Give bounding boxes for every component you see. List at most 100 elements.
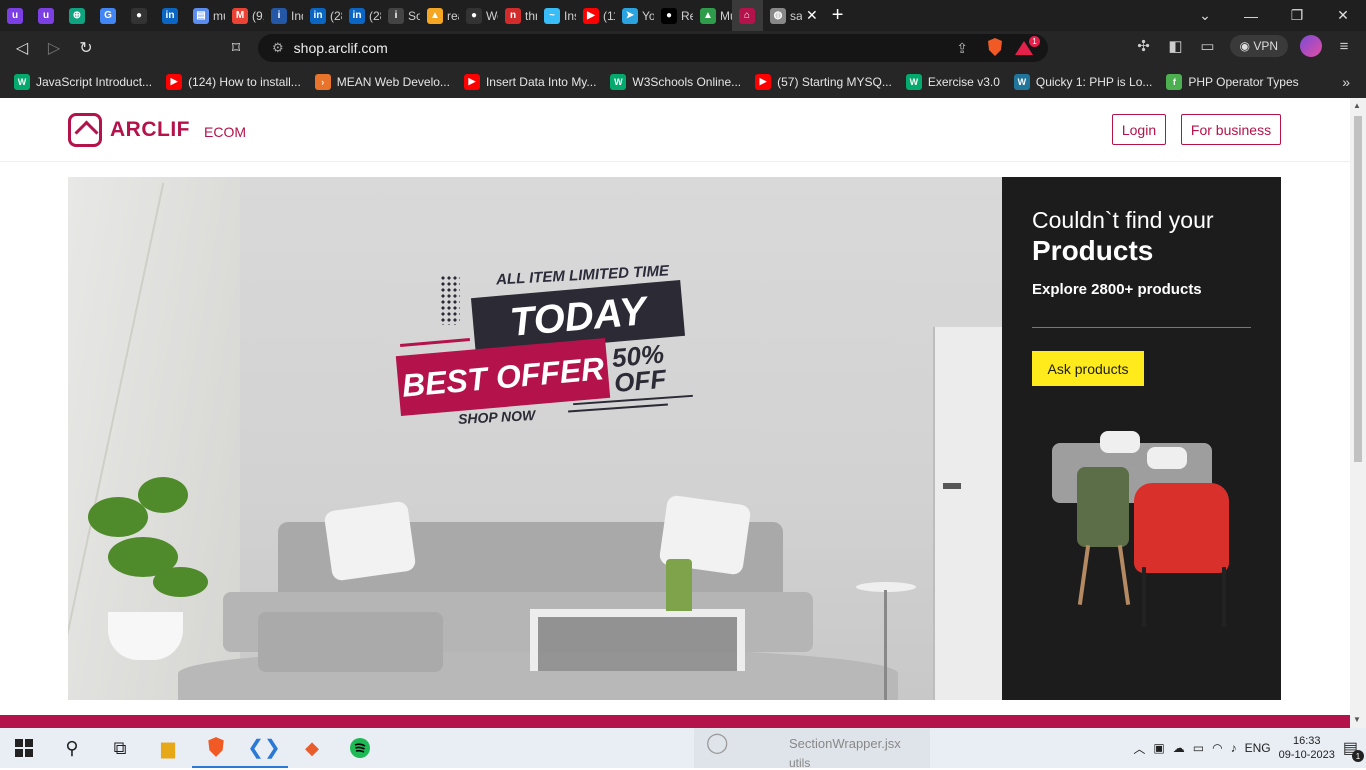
browser-tab[interactable]: i Soft: [381, 0, 420, 31]
sidebar-icon[interactable]: ◧: [1166, 37, 1186, 55]
windows-start-icon[interactable]: [0, 728, 48, 768]
forward-icon[interactable]: ▷: [38, 38, 70, 58]
browser-tab[interactable]: in: [155, 0, 186, 31]
bookmark-label: Quicky 1: PHP is Lo...: [1035, 74, 1153, 89]
site-info-icon[interactable]: ⚙: [272, 40, 284, 56]
tab-title: thre: [525, 8, 537, 23]
tab-favicon-icon: ▲: [427, 7, 443, 24]
promo-heading-line2: Products: [1032, 235, 1154, 266]
for-business-button[interactable]: For business: [1181, 114, 1281, 145]
share-icon[interactable]: ⇪: [956, 40, 968, 57]
bookmark-item[interactable]: ▶ (57) Starting MYSQ...: [755, 73, 892, 90]
task-view-icon[interactable]: ⧉: [96, 728, 144, 768]
bookmark-item[interactable]: W JavaScript Introduct...: [14, 73, 152, 90]
tab-title: Wor: [486, 8, 498, 23]
browser-tab[interactable]: u: [0, 0, 31, 31]
wallet-icon[interactable]: ▭: [1198, 37, 1218, 55]
ask-products-button[interactable]: Ask products: [1032, 351, 1144, 386]
vscode-icon[interactable]: ❮❯: [240, 728, 288, 768]
tab-favicon-icon: ~: [544, 7, 560, 24]
clock[interactable]: 16:33 09-10-2023: [1279, 734, 1335, 763]
bookmark-item[interactable]: ▶ Insert Data Into My...: [463, 73, 596, 90]
wifi-icon[interactable]: ◠: [1212, 741, 1222, 755]
notification-icon[interactable]: ▤ 1: [1343, 738, 1364, 762]
brave-rewards-icon[interactable]: 1: [1014, 36, 1040, 59]
scroll-down-icon[interactable]: ▼: [1353, 715, 1361, 724]
spotify-icon[interactable]: [336, 728, 384, 768]
reload-icon[interactable]: ↻: [70, 38, 102, 58]
tab-search-icon[interactable]: ⌄: [1182, 7, 1228, 24]
browser-tab[interactable]: in (28): [303, 0, 342, 31]
back-icon[interactable]: ◁: [6, 38, 38, 58]
brave-browser-icon[interactable]: [192, 728, 240, 768]
browser-tab[interactable]: ▲ Mul: [693, 0, 732, 31]
bookmark-label: MEAN Web Develo...: [336, 74, 450, 89]
brave-shield-icon[interactable]: [986, 37, 1004, 60]
browser-tab[interactable]: M (9,7: [225, 0, 264, 31]
show-hidden-icons[interactable]: ︿: [1133, 740, 1145, 757]
language-indicator[interactable]: ENG: [1245, 741, 1271, 755]
scroll-up-icon[interactable]: ▲: [1353, 101, 1361, 110]
browser-tab[interactable]: i Inde: [264, 0, 303, 31]
battery-icon[interactable]: ▭: [1193, 741, 1204, 755]
bookmark-favicon-icon: ›: [314, 73, 331, 90]
toolbar-right: ✣ ◧ ▭ ◉ VPN ≡: [1134, 35, 1355, 57]
bookmark-item[interactable]: ▶ (124) How to install...: [166, 73, 301, 90]
tab-title: (28): [330, 8, 342, 23]
browser-tab[interactable]: in (28): [342, 0, 381, 31]
extensions-icon[interactable]: ✣: [1134, 37, 1154, 55]
scroll-thumb[interactable]: [1354, 116, 1362, 462]
bookmark-favicon-icon: ▶: [166, 73, 183, 90]
browser-tab[interactable]: ●: [124, 0, 155, 31]
bookmark-item[interactable]: f PHP Operator Types: [1166, 73, 1299, 90]
profile-avatar[interactable]: [1300, 35, 1322, 57]
git-icon[interactable]: ◆: [288, 728, 336, 768]
new-tab-icon[interactable]: +: [832, 4, 844, 27]
tab-title: Mul: [720, 8, 732, 23]
bookmark-item[interactable]: W Exercise v3.0: [905, 73, 1000, 90]
browser-tab[interactable]: u: [31, 0, 62, 31]
promo-divider: [1032, 327, 1251, 328]
browser-tab[interactable]: ▤ mul: [186, 0, 225, 31]
browser-tab[interactable]: ➤ You: [615, 0, 654, 31]
browser-tab[interactable]: ⊕: [62, 0, 93, 31]
browser-tab[interactable]: G: [93, 0, 124, 31]
browser-tab[interactable]: ~ Insta: [537, 0, 576, 31]
tab-favicon-icon: ⊕: [69, 7, 85, 24]
page-scrollbar[interactable]: ▲ ▼: [1350, 98, 1366, 728]
close-tab-icon[interactable]: ✕: [806, 7, 818, 24]
brand-name: ARCLIF: [110, 118, 190, 141]
browser-tab[interactable]: ▶ (11): [576, 0, 615, 31]
file-explorer-icon[interactable]: ▆: [144, 728, 192, 768]
browser-tab[interactable]: ⌂: [732, 0, 763, 31]
bookmark-item[interactable]: W W3Schools Online...: [610, 73, 741, 90]
more-bookmarks-icon[interactable]: »: [1342, 74, 1350, 90]
browser-tab[interactable]: ● Wor: [459, 0, 498, 31]
camera-icon[interactable]: ▣: [1153, 741, 1164, 755]
cloud-icon[interactable]: ☁: [1173, 741, 1185, 755]
browser-tab[interactable]: ● Rea: [654, 0, 693, 31]
promo-subtext: Explore 2800+ products: [1032, 281, 1202, 298]
bookmark-item[interactable]: › MEAN Web Develo...: [314, 73, 450, 90]
close-window-icon[interactable]: ✕: [1320, 7, 1366, 24]
tab-title: reac: [447, 8, 459, 23]
maximize-icon[interactable]: ❐: [1274, 7, 1320, 24]
address-bar[interactable]: ⚙ shop.arclif.com ⇪ 1: [258, 34, 1048, 62]
site-logo[interactable]: ARCLIF ECOM: [68, 113, 246, 147]
window-title: SectionWrapper.jsx: [789, 736, 901, 751]
minimize-icon[interactable]: —: [1228, 8, 1274, 24]
volume-icon[interactable]: ♪: [1231, 741, 1237, 755]
login-button[interactable]: Login: [1112, 114, 1166, 145]
browser-tab[interactable]: nthre: [498, 0, 537, 31]
window-preview[interactable]: ◯ SectionWrapper.jsx utils: [694, 728, 930, 770]
bookmark-item[interactable]: W Quicky 1: PHP is Lo...: [1013, 73, 1153, 90]
bookmark-icon[interactable]: ⌑: [220, 38, 252, 58]
menu-icon[interactable]: ≡: [1334, 38, 1354, 55]
browser-tab[interactable]: ▲ reac: [420, 0, 459, 31]
bookmark-favicon-icon: f: [1166, 73, 1183, 90]
door-image: [933, 327, 1002, 700]
vpn-button[interactable]: ◉ VPN: [1229, 35, 1288, 57]
browser-tab[interactable]: ◍ sanc: [763, 0, 802, 31]
search-icon[interactable]: ⚲: [48, 728, 96, 768]
hero-banner[interactable]: ALL ITEM LIMITED TIME TODAY BEST OFFER 5…: [68, 177, 1002, 700]
